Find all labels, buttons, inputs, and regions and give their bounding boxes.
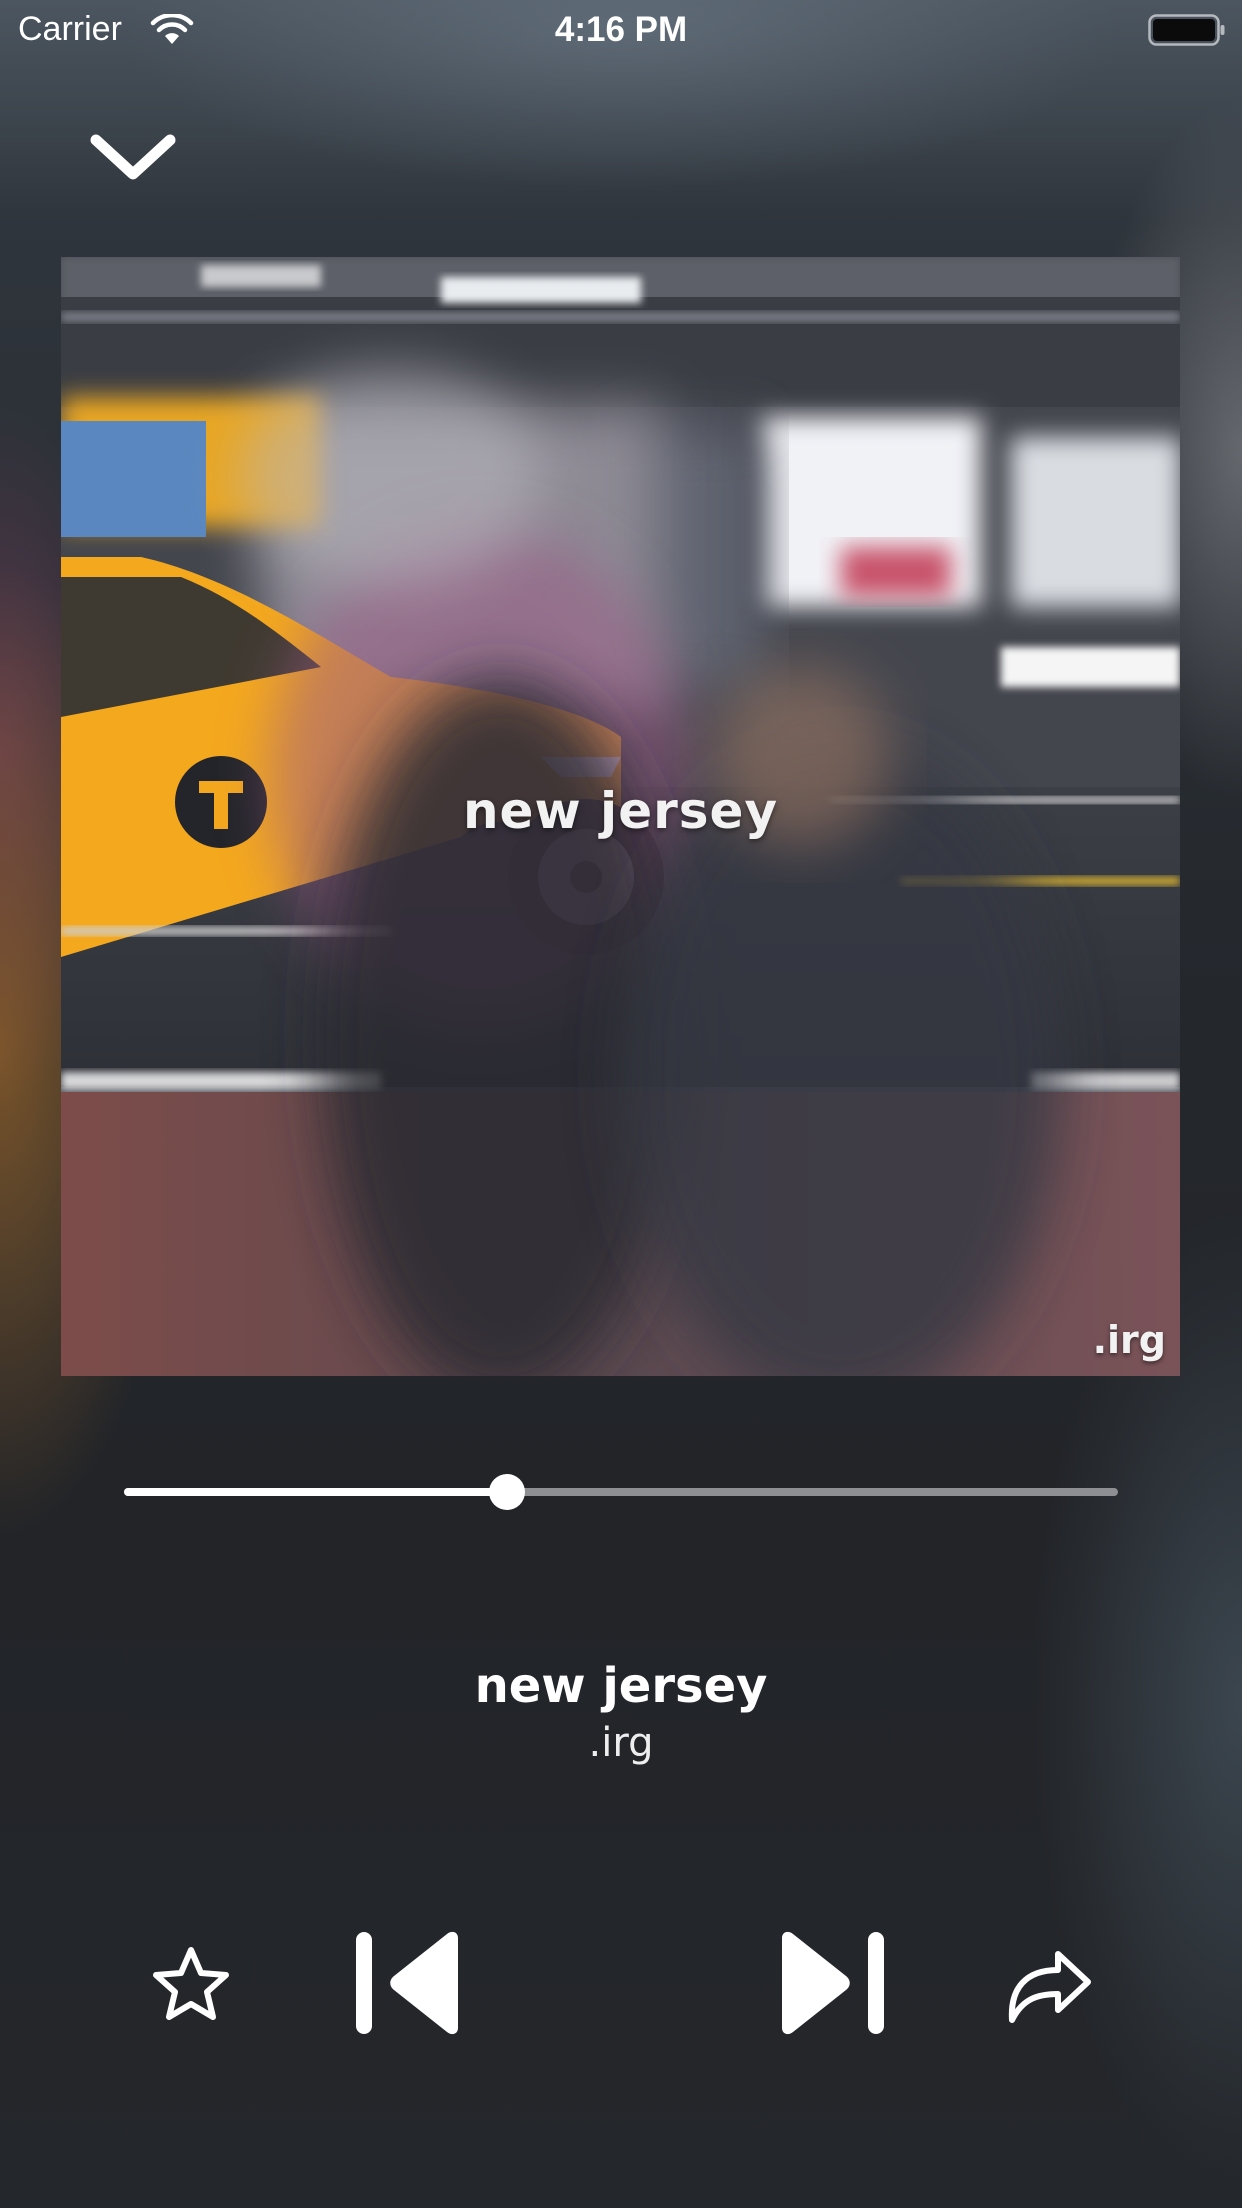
progress-thumb[interactable]	[488, 1474, 525, 1510]
share-arrow-icon[interactable]	[1004, 1940, 1094, 2026]
track-artist: .irg	[588, 1720, 654, 1766]
skip-previous-icon[interactable]	[352, 1928, 468, 2038]
skip-next-icon[interactable]	[772, 1928, 888, 2038]
star-outline-icon[interactable]	[150, 1944, 232, 2026]
track-title: new jersey	[474, 1658, 768, 1714]
artwork-artist-text: .irg	[1092, 1318, 1166, 1362]
status-time: 4:16 PM	[554, 10, 688, 49]
album-artwork: new jersey .irg	[61, 257, 1180, 1376]
artwork-title-text: new jersey	[462, 782, 779, 840]
battery-icon	[1148, 14, 1225, 46]
chevron-down-icon[interactable]	[88, 128, 178, 188]
progress-slider[interactable]	[124, 1474, 1118, 1510]
progress-fill	[124, 1488, 507, 1496]
status-bar: Carrier 4:16 PM	[0, 0, 1242, 60]
